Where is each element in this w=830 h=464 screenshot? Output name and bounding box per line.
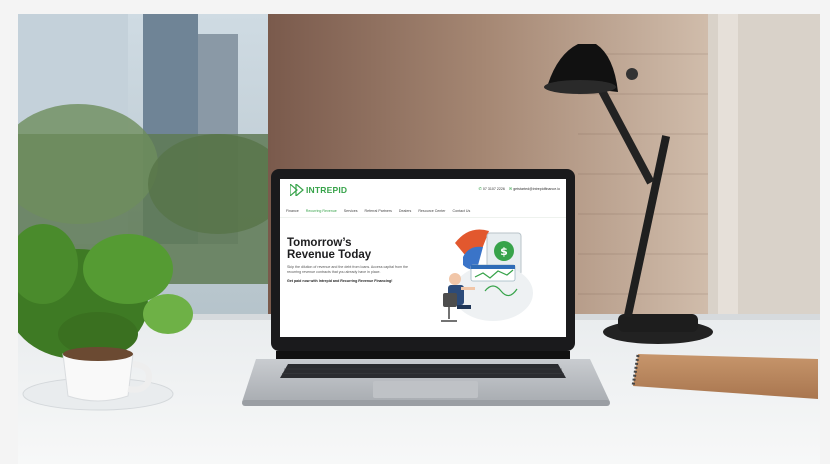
- phone-link[interactable]: 07 3107 2226: [483, 187, 505, 191]
- laptop-screen: INTREPID ✆07 3107 2226 ✉getstarted@intrep…: [280, 179, 566, 337]
- mail-icon: ✉: [508, 186, 513, 191]
- nav-item-dealers[interactable]: Dealers: [399, 209, 411, 213]
- photo-frame: INTREPID ✆07 3107 2226 ✉getstarted@intrep…: [18, 14, 820, 464]
- nav-item-recurring-revenue[interactable]: Recurring Revenue: [306, 209, 337, 213]
- email-link[interactable]: getstarted@intrepidfinance.io: [513, 187, 560, 191]
- hero-body: Skip the dilution of revenue and the deb…: [287, 265, 409, 274]
- nav-item-resource-center[interactable]: Resource Center: [418, 209, 445, 213]
- logo-chevrons-icon: [290, 184, 304, 196]
- contact-info: ✆07 3107 2226 ✉getstarted@intrepidfinance…: [478, 186, 560, 191]
- logo-text: INTREPID: [306, 185, 348, 195]
- nav-item-services[interactable]: Services: [344, 209, 358, 213]
- nav-divider: [280, 217, 566, 218]
- hero-title: Tomorrow’s Revenue Today: [287, 237, 437, 261]
- hero-title-line1: Tomorrow’s: [287, 237, 352, 249]
- site-nav: Finance Recurring Revenue Services Refer…: [286, 209, 476, 215]
- dollar-icon: $: [500, 245, 508, 258]
- hero-title-line2: Revenue Today: [287, 249, 372, 261]
- nav-item-contact-us[interactable]: Contact Us: [452, 209, 470, 213]
- hero-illustration: $: [441, 229, 533, 322]
- phone-icon: ✆: [478, 186, 482, 191]
- site-header: INTREPID ✆07 3107 2226 ✉getstarted@intrep…: [280, 179, 566, 196]
- nav-item-finance[interactable]: Finance: [286, 209, 299, 213]
- nav-item-referral-partners[interactable]: Referral Partners: [365, 209, 392, 213]
- site-logo[interactable]: INTREPID: [290, 184, 370, 196]
- hero-cta: Get paid now with Intrepid and Recurring…: [287, 279, 393, 283]
